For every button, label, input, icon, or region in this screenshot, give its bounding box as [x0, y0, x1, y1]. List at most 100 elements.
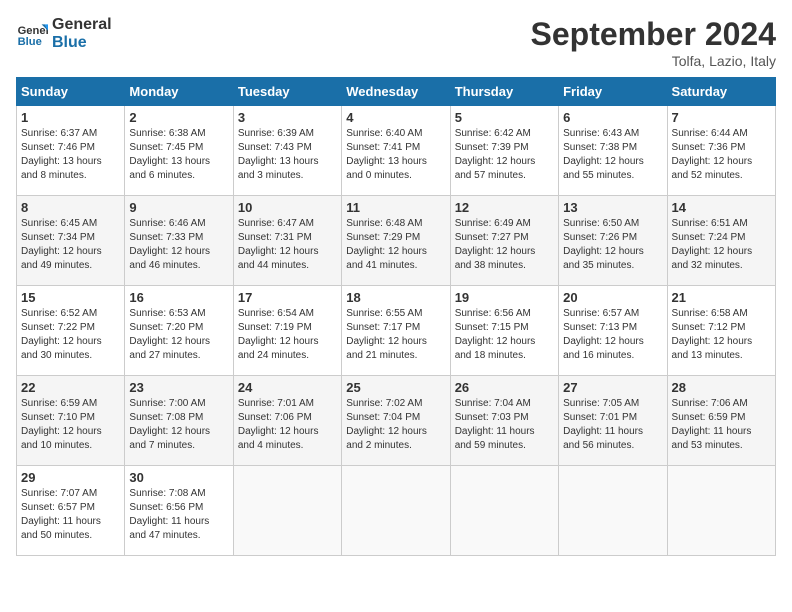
day-info: Sunrise: 6:53 AM Sunset: 7:20 PM Dayligh…	[129, 307, 228, 363]
title-block: September 2024 Tolfa, Lazio, Italy	[531, 16, 776, 69]
day-number: 15	[21, 290, 120, 305]
day-cell: 14Sunrise: 6:51 AM Sunset: 7:24 PM Dayli…	[667, 196, 775, 286]
day-info: Sunrise: 6:47 AM Sunset: 7:31 PM Dayligh…	[238, 217, 337, 273]
day-cell: 25Sunrise: 7:02 AM Sunset: 7:04 PM Dayli…	[342, 376, 450, 466]
logo-general: General	[52, 16, 112, 34]
day-cell: 11 Sunrise: 6:48 AM Sunset: 7:29 PM Dayli…	[342, 196, 450, 286]
day-info: Sunrise: 6:44 AM Sunset: 7:36 PM Dayligh…	[672, 127, 771, 183]
day-number: 29	[21, 470, 120, 485]
week-row-2: 8 Sunrise: 6:45 AM Sunset: 7:34 PM Daylig…	[17, 196, 776, 286]
day-number: 3	[238, 110, 337, 125]
col-header-tuesday: Tuesday	[233, 78, 341, 106]
week-row-5: 29Sunrise: 7:07 AM Sunset: 6:57 PM Dayli…	[17, 466, 776, 556]
col-header-saturday: Saturday	[667, 78, 775, 106]
col-header-sunday: Sunday	[17, 78, 125, 106]
logo-icon: General Blue	[16, 18, 48, 50]
day-cell: 29Sunrise: 7:07 AM Sunset: 6:57 PM Dayli…	[17, 466, 125, 556]
col-header-friday: Friday	[559, 78, 667, 106]
day-cell: 12 Sunrise: 6:49 AM Sunset: 7:27 PM Dayli…	[450, 196, 558, 286]
day-number: 23	[129, 380, 228, 395]
svg-text:Blue: Blue	[18, 36, 42, 48]
logo: General Blue General Blue	[16, 16, 112, 51]
day-info: Sunrise: 6:52 AM Sunset: 7:22 PM Dayligh…	[21, 307, 120, 363]
day-cell: 27 Sunrise: 7:05 AM Sunset: 7:01 PM Dayli…	[559, 376, 667, 466]
day-info: Sunrise: 6:39 AM Sunset: 7:43 PM Dayligh…	[238, 127, 337, 183]
day-cell: 1Sunrise: 6:37 AM Sunset: 7:46 PM Daylig…	[17, 106, 125, 196]
day-cell	[450, 466, 558, 556]
col-header-thursday: Thursday	[450, 78, 558, 106]
day-cell: 21Sunrise: 6:58 AM Sunset: 7:12 PM Dayli…	[667, 286, 775, 376]
day-info: Sunrise: 7:00 AM Sunset: 7:08 PM Dayligh…	[129, 397, 228, 453]
day-number: 9	[129, 200, 228, 215]
day-number: 6	[563, 110, 662, 125]
day-cell: 13 Sunrise: 6:50 AM Sunset: 7:26 PM Dayli…	[559, 196, 667, 286]
day-number: 8	[21, 200, 120, 215]
day-cell: 5 Sunrise: 6:42 AM Sunset: 7:39 PM Daylig…	[450, 106, 558, 196]
location-subtitle: Tolfa, Lazio, Italy	[531, 53, 776, 69]
col-header-wednesday: Wednesday	[342, 78, 450, 106]
day-info: Sunrise: 6:55 AM Sunset: 7:17 PM Dayligh…	[346, 307, 445, 363]
svg-text:General: General	[18, 25, 48, 37]
day-number: 11	[346, 200, 445, 215]
day-info: Sunrise: 6:57 AM Sunset: 7:13 PM Dayligh…	[563, 307, 662, 363]
day-number: 14	[672, 200, 771, 215]
day-info: Sunrise: 6:48 AM Sunset: 7:29 PM Dayligh…	[346, 217, 445, 273]
day-number: 28	[672, 380, 771, 395]
day-info: Sunrise: 6:59 AM Sunset: 7:10 PM Dayligh…	[21, 397, 120, 453]
day-info: Sunrise: 6:50 AM Sunset: 7:26 PM Dayligh…	[563, 217, 662, 273]
day-info: Sunrise: 7:02 AM Sunset: 7:04 PM Dayligh…	[346, 397, 445, 453]
day-cell: 6 Sunrise: 6:43 AM Sunset: 7:38 PM Daylig…	[559, 106, 667, 196]
day-info: Sunrise: 6:37 AM Sunset: 7:46 PM Dayligh…	[21, 127, 120, 183]
day-number: 17	[238, 290, 337, 305]
day-cell: 8 Sunrise: 6:45 AM Sunset: 7:34 PM Daylig…	[17, 196, 125, 286]
day-info: Sunrise: 6:56 AM Sunset: 7:15 PM Dayligh…	[455, 307, 554, 363]
day-info: Sunrise: 6:40 AM Sunset: 7:41 PM Dayligh…	[346, 127, 445, 183]
day-cell: 26 Sunrise: 7:04 AM Sunset: 7:03 PM Dayli…	[450, 376, 558, 466]
day-info: Sunrise: 7:05 AM Sunset: 7:01 PM Dayligh…	[563, 397, 662, 453]
day-cell: 15 Sunrise: 6:52 AM Sunset: 7:22 PM Dayli…	[17, 286, 125, 376]
day-number: 20	[563, 290, 662, 305]
day-info: Sunrise: 7:01 AM Sunset: 7:06 PM Dayligh…	[238, 397, 337, 453]
day-cell: 7 Sunrise: 6:44 AM Sunset: 7:36 PM Daylig…	[667, 106, 775, 196]
day-number: 22	[21, 380, 120, 395]
day-info: Sunrise: 6:46 AM Sunset: 7:33 PM Dayligh…	[129, 217, 228, 273]
day-cell: 4Sunrise: 6:40 AM Sunset: 7:41 PM Daylig…	[342, 106, 450, 196]
calendar-header: SundayMondayTuesdayWednesdayThursdayFrid…	[17, 78, 776, 106]
week-row-3: 15 Sunrise: 6:52 AM Sunset: 7:22 PM Dayli…	[17, 286, 776, 376]
day-number: 2	[129, 110, 228, 125]
day-info: Sunrise: 7:06 AM Sunset: 6:59 PM Dayligh…	[672, 397, 771, 453]
day-number: 5	[455, 110, 554, 125]
day-info: Sunrise: 6:42 AM Sunset: 7:39 PM Dayligh…	[455, 127, 554, 183]
month-title: September 2024	[531, 16, 776, 53]
day-cell: 30Sunrise: 7:08 AM Sunset: 6:56 PM Dayli…	[125, 466, 233, 556]
col-header-monday: Monday	[125, 78, 233, 106]
logo-blue: Blue	[52, 34, 112, 52]
day-number: 19	[455, 290, 554, 305]
day-number: 7	[672, 110, 771, 125]
page-header: General Blue General Blue September 2024…	[16, 16, 776, 69]
day-info: Sunrise: 6:45 AM Sunset: 7:34 PM Dayligh…	[21, 217, 120, 273]
day-cell: 24 Sunrise: 7:01 AM Sunset: 7:06 PM Dayli…	[233, 376, 341, 466]
day-number: 24	[238, 380, 337, 395]
day-number: 13	[563, 200, 662, 215]
day-cell: 3 Sunrise: 6:39 AM Sunset: 7:43 PM Daylig…	[233, 106, 341, 196]
day-number: 18	[346, 290, 445, 305]
day-info: Sunrise: 7:04 AM Sunset: 7:03 PM Dayligh…	[455, 397, 554, 453]
week-row-4: 22 Sunrise: 6:59 AM Sunset: 7:10 PM Dayli…	[17, 376, 776, 466]
day-cell	[233, 466, 341, 556]
calendar-body: 1Sunrise: 6:37 AM Sunset: 7:46 PM Daylig…	[17, 106, 776, 556]
day-number: 27	[563, 380, 662, 395]
day-cell: 22 Sunrise: 6:59 AM Sunset: 7:10 PM Dayli…	[17, 376, 125, 466]
day-info: Sunrise: 6:58 AM Sunset: 7:12 PM Dayligh…	[672, 307, 771, 363]
day-cell: 20 Sunrise: 6:57 AM Sunset: 7:13 PM Dayli…	[559, 286, 667, 376]
day-number: 10	[238, 200, 337, 215]
week-row-1: 1Sunrise: 6:37 AM Sunset: 7:46 PM Daylig…	[17, 106, 776, 196]
day-cell: 23 Sunrise: 7:00 AM Sunset: 7:08 PM Dayli…	[125, 376, 233, 466]
day-number: 16	[129, 290, 228, 305]
day-cell	[342, 466, 450, 556]
day-number: 12	[455, 200, 554, 215]
day-number: 26	[455, 380, 554, 395]
day-cell: 18 Sunrise: 6:55 AM Sunset: 7:17 PM Dayli…	[342, 286, 450, 376]
day-info: Sunrise: 6:43 AM Sunset: 7:38 PM Dayligh…	[563, 127, 662, 183]
day-info: Sunrise: 6:49 AM Sunset: 7:27 PM Dayligh…	[455, 217, 554, 273]
